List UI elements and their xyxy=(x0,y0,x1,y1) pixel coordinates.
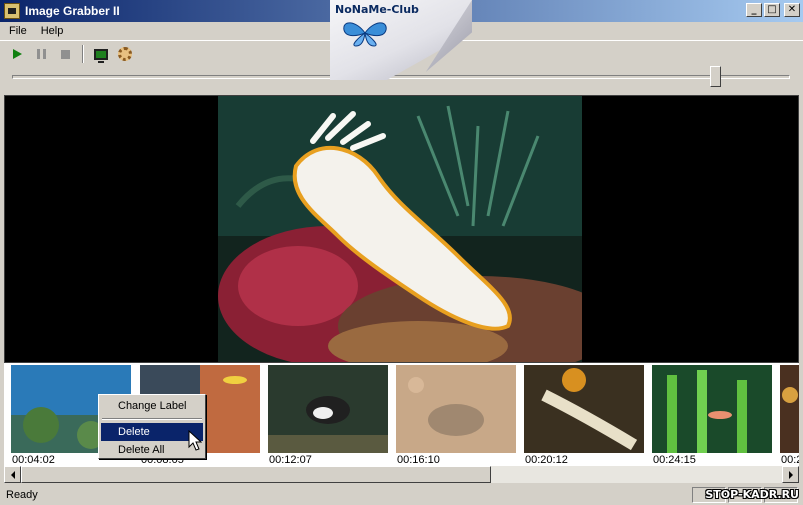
stop-icon xyxy=(60,49,70,59)
thumbnail-time: 00:16:10 xyxy=(397,454,440,466)
thumbnail-image[interactable] xyxy=(780,365,799,453)
app-icon xyxy=(4,3,20,19)
arrow-left-icon xyxy=(10,470,15,479)
scroll-left-button[interactable] xyxy=(4,466,21,483)
status-text: Ready xyxy=(6,489,38,501)
thumbnail-time: 00:24:15 xyxy=(653,454,696,466)
settings-button[interactable] xyxy=(116,45,134,63)
thumbnail-image[interactable] xyxy=(524,365,644,453)
gear-icon xyxy=(118,47,132,61)
menu-item-change-label[interactable]: Change Label xyxy=(101,397,203,415)
menu-help[interactable]: Help xyxy=(36,25,69,37)
close-button[interactable]: ✕ xyxy=(784,3,800,17)
video-frame xyxy=(218,96,582,362)
thumbnail-image[interactable] xyxy=(268,365,388,453)
pause-icon xyxy=(36,49,46,59)
play-icon xyxy=(12,49,22,59)
thumbnail-time: 00:2 xyxy=(781,454,799,466)
pause-button[interactable] xyxy=(32,45,50,63)
thumbnail-time: 00:12:07 xyxy=(269,454,312,466)
window-title: Image Grabber II xyxy=(25,4,120,18)
horizontal-scrollbar[interactable] xyxy=(4,466,799,483)
cursor-icon xyxy=(188,430,202,451)
scrollbar-thumb[interactable] xyxy=(21,466,491,483)
menu-file[interactable]: File xyxy=(4,25,32,37)
seek-slider-thumb[interactable] xyxy=(710,66,721,87)
seek-slider-track[interactable] xyxy=(12,75,790,79)
maximize-button[interactable]: □ xyxy=(764,3,780,17)
toolbar-separator xyxy=(82,45,84,63)
watermark-text: NoNaMe-Club xyxy=(335,3,419,16)
minimize-button[interactable]: _ xyxy=(746,3,762,17)
thumbnail-time: 00:20:12 xyxy=(525,454,568,466)
thumbnail-image[interactable] xyxy=(652,365,772,453)
scroll-right-button[interactable] xyxy=(782,466,799,483)
status-bar: Ready STOP-KADR.RU xyxy=(0,485,803,505)
arrow-right-icon xyxy=(788,470,793,479)
monitor-icon xyxy=(94,48,108,63)
stopkadr-watermark: STOP-KADR.RU xyxy=(705,488,799,501)
stop-button[interactable] xyxy=(56,45,74,63)
butterfly-icon xyxy=(343,22,387,47)
play-button[interactable] xyxy=(8,45,26,63)
window-controls: _ □ ✕ xyxy=(746,3,800,17)
thumbnail-time: 00:04:02 xyxy=(12,454,55,466)
thumbnail-image[interactable] xyxy=(396,365,516,453)
grab-frame-button[interactable] xyxy=(92,45,110,63)
menu-separator xyxy=(102,418,202,420)
